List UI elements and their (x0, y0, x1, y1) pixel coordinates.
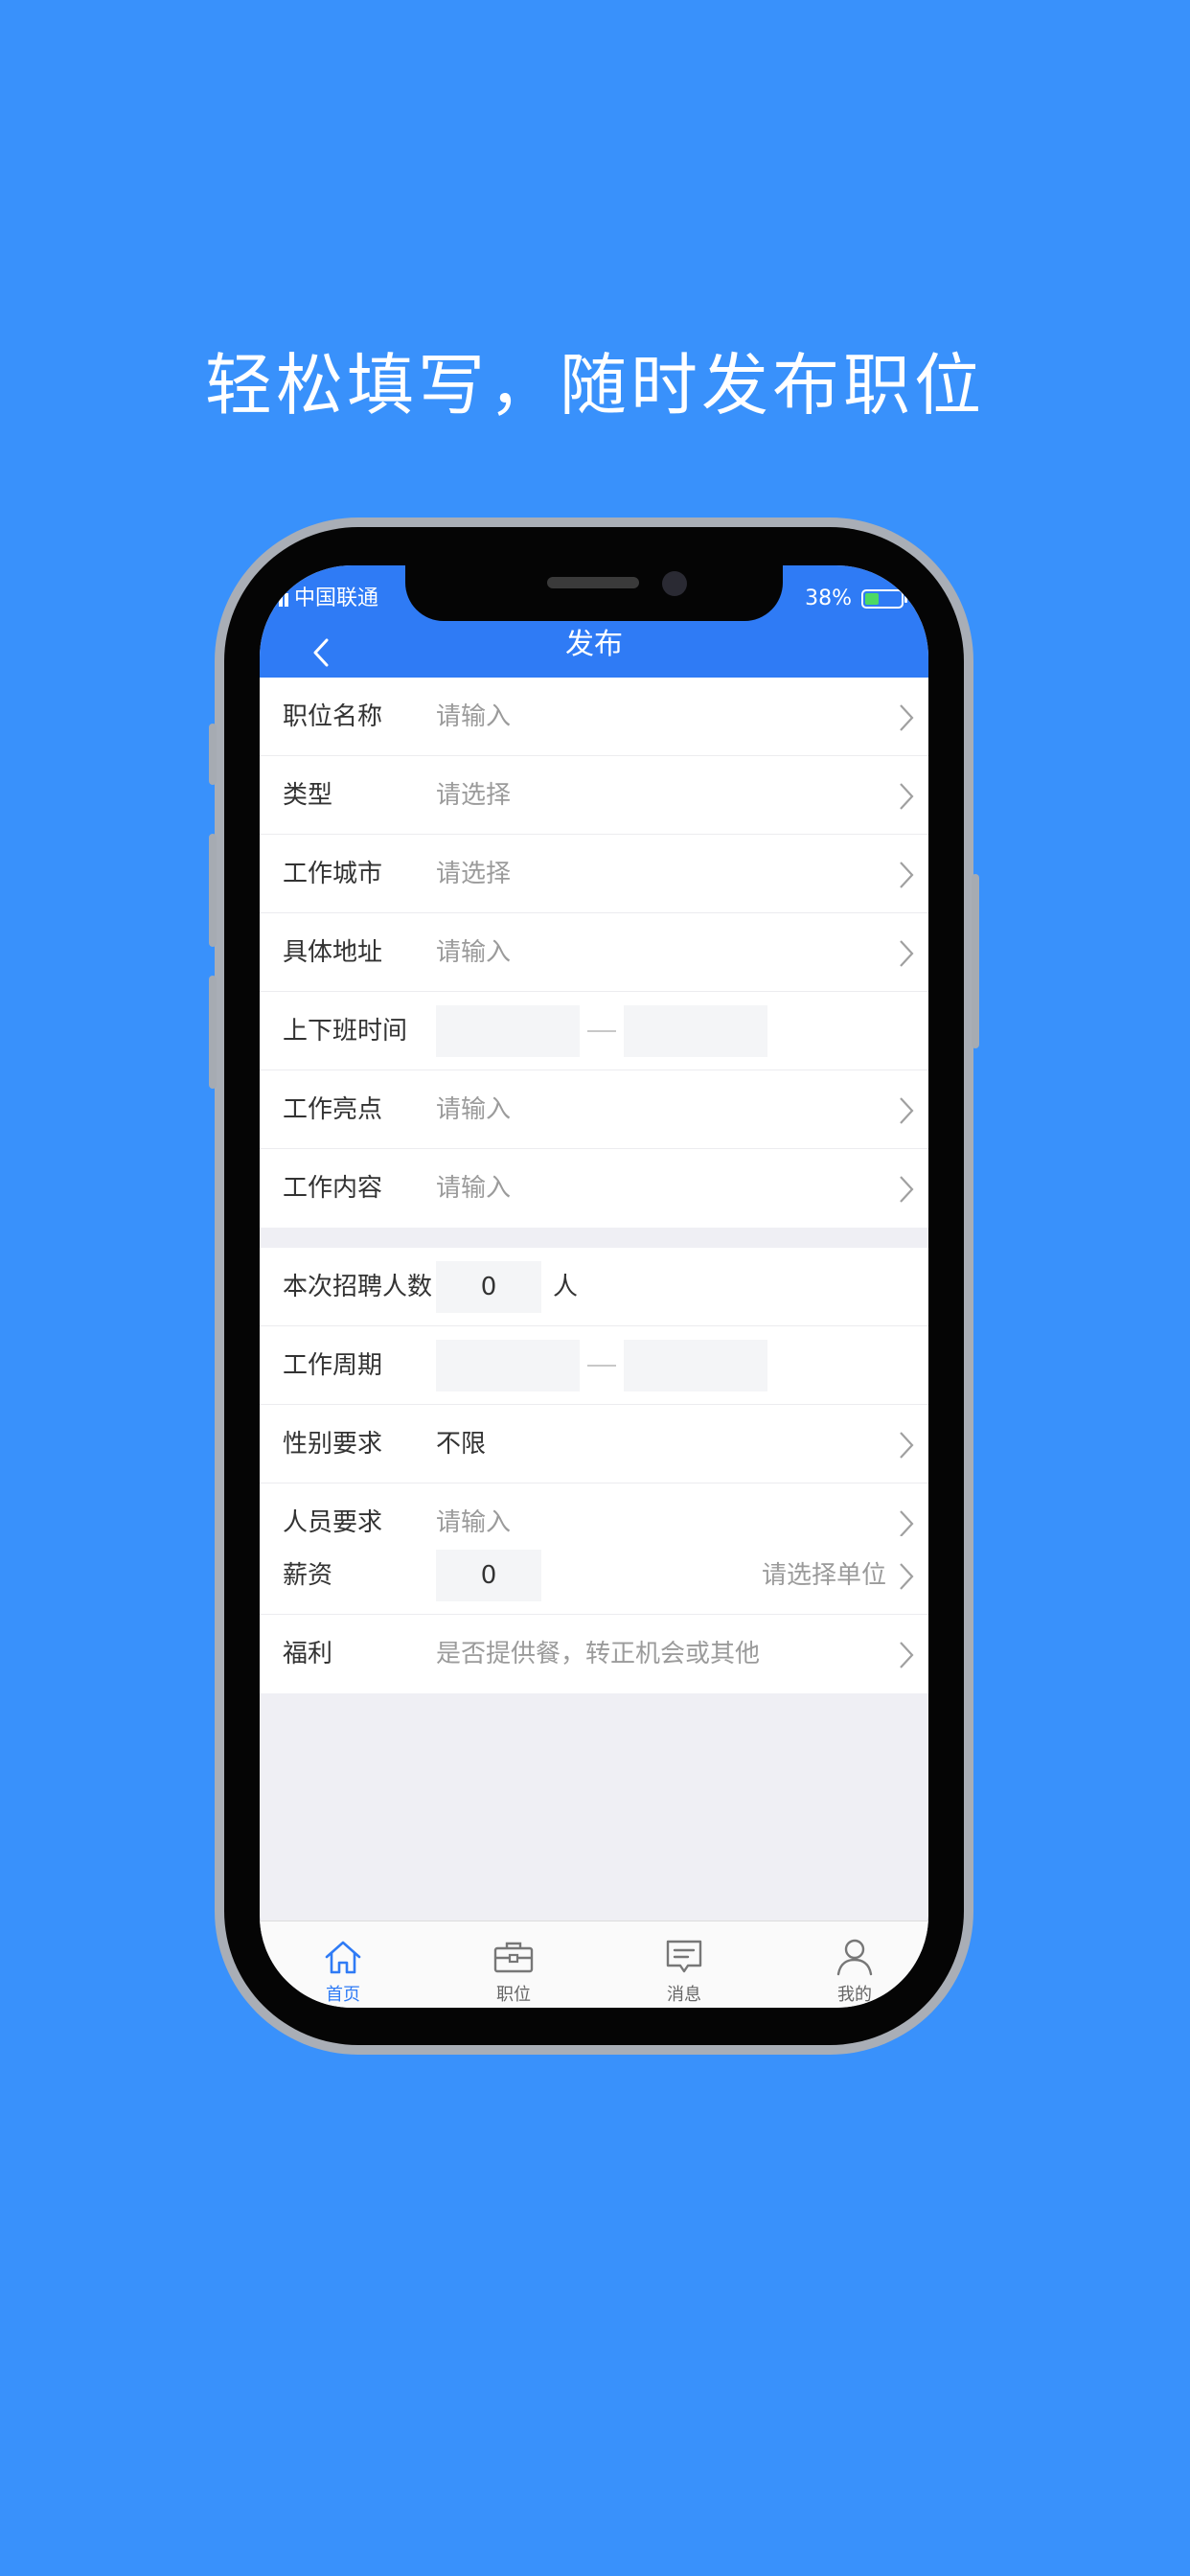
status-right: 38% (805, 565, 907, 621)
tab-label: 首页 (326, 1985, 360, 2005)
benefits-input[interactable]: 是否提供餐，转正机会或其他 (436, 1615, 760, 1693)
row-label: 工作城市 (283, 860, 383, 888)
row-highlights[interactable]: 工作亮点 请输入 (260, 1070, 928, 1149)
row-label: 上下班时间 (283, 1017, 408, 1046)
row-salary: 薪资 0 请选择单位 (260, 1536, 928, 1615)
battery-icon (861, 589, 907, 609)
row-label: 工作周期 (283, 1351, 383, 1380)
salary-unit-select[interactable]: 请选择单位 (762, 1536, 886, 1615)
row-label: 职位名称 (283, 702, 383, 731)
volume-down-button (209, 976, 217, 1089)
front-camera (662, 571, 687, 596)
tab-label: 我的 (837, 1985, 872, 2005)
requirements-group: 本次招聘人数 0 人 工作周期 性别要求 不限 人员要求 请输入 (260, 1248, 928, 1562)
content-input[interactable]: 请输入 (436, 1149, 511, 1228)
carrier-name: 中国联通 (294, 586, 379, 610)
row-address[interactable]: 具体地址 请输入 (260, 913, 928, 992)
compensation-group: 薪资 0 请选择单位 福利 是否提供餐，转正机会或其他 (260, 1536, 928, 1693)
power-button (972, 874, 979, 1048)
row-label: 具体地址 (283, 938, 383, 967)
period-end-input[interactable] (624, 1340, 767, 1392)
type-select[interactable]: 请选择 (436, 756, 511, 835)
chevron-right-icon (900, 1563, 914, 1590)
chevron-right-icon (900, 1176, 914, 1203)
highlights-input[interactable]: 请输入 (436, 1070, 511, 1149)
tab-label: 消息 (667, 1985, 701, 2005)
tab-messages[interactable]: 消息 (601, 1921, 767, 2008)
row-work-period: 工作周期 (260, 1326, 928, 1405)
row-label: 薪资 (283, 1561, 333, 1590)
tab-bar: 首页 职位 消息 我的 (260, 1920, 928, 2008)
address-input[interactable]: 请输入 (436, 913, 511, 992)
chevron-right-icon (900, 1642, 914, 1668)
range-dash (587, 1030, 616, 1032)
headcount-unit: 人 (553, 1273, 579, 1301)
home-icon (325, 1941, 361, 1974)
signal-icon (279, 591, 288, 607)
tab-jobs[interactable]: 职位 (430, 1921, 597, 2008)
battery-percent: 38% (805, 586, 852, 610)
end-time-input[interactable] (624, 1005, 767, 1057)
basic-info-group: 职位名称 请输入 类型 请选择 工作城市 请选择 具体地址 请输入 上下班时间 … (260, 678, 928, 1228)
headcount-input[interactable]: 0 (436, 1261, 541, 1313)
row-city[interactable]: 工作城市 请选择 (260, 835, 928, 913)
tab-label: 职位 (496, 1985, 531, 2005)
chevron-right-icon (900, 1510, 914, 1537)
row-label: 本次招聘人数 (283, 1273, 433, 1301)
salary-input[interactable]: 0 (436, 1550, 541, 1601)
row-label: 类型 (283, 781, 333, 810)
notch (405, 565, 783, 621)
range-dash (587, 1365, 616, 1367)
speaker (547, 577, 639, 588)
row-work-hours: 上下班时间 (260, 992, 928, 1070)
chevron-right-icon (900, 783, 914, 810)
row-gender[interactable]: 性别要求 不限 (260, 1405, 928, 1484)
gender-select[interactable]: 不限 (436, 1405, 486, 1484)
status-left: 中国联通 (279, 565, 378, 621)
row-benefits[interactable]: 福利 是否提供餐，转正机会或其他 (260, 1615, 928, 1693)
chevron-right-icon (900, 704, 914, 731)
volume-up-button (209, 834, 217, 947)
message-icon (666, 1940, 702, 1973)
chevron-right-icon (900, 940, 914, 967)
row-job-title[interactable]: 职位名称 请输入 (260, 678, 928, 756)
row-headcount: 本次招聘人数 0 人 (260, 1248, 928, 1326)
phone-screen: 中国联通 38% 发布 职位名称 请输入 类型 请选择 工作城市 请选择 具体地… (260, 565, 928, 2008)
promo-headline: 轻松填写，随时发布职位 (205, 346, 985, 425)
period-start-input[interactable] (436, 1340, 580, 1392)
person-icon (836, 1939, 873, 1976)
row-type[interactable]: 类型 请选择 (260, 756, 928, 835)
row-label: 工作内容 (283, 1174, 383, 1203)
tab-profile[interactable]: 我的 (771, 1921, 928, 2008)
row-label: 福利 (283, 1640, 333, 1668)
chevron-right-icon (900, 1097, 914, 1124)
row-content[interactable]: 工作内容 请输入 (260, 1149, 928, 1228)
nav-title: 发布 (565, 628, 623, 661)
job-title-input[interactable]: 请输入 (436, 678, 511, 756)
city-select[interactable]: 请选择 (436, 835, 511, 913)
briefcase-icon (493, 1942, 534, 1973)
tab-home[interactable]: 首页 (260, 1921, 426, 2008)
row-label: 性别要求 (283, 1430, 383, 1459)
start-time-input[interactable] (436, 1005, 580, 1057)
chevron-right-icon (900, 1432, 914, 1459)
row-label: 工作亮点 (283, 1095, 383, 1124)
mute-switch (209, 724, 217, 785)
chevron-right-icon (900, 862, 914, 888)
